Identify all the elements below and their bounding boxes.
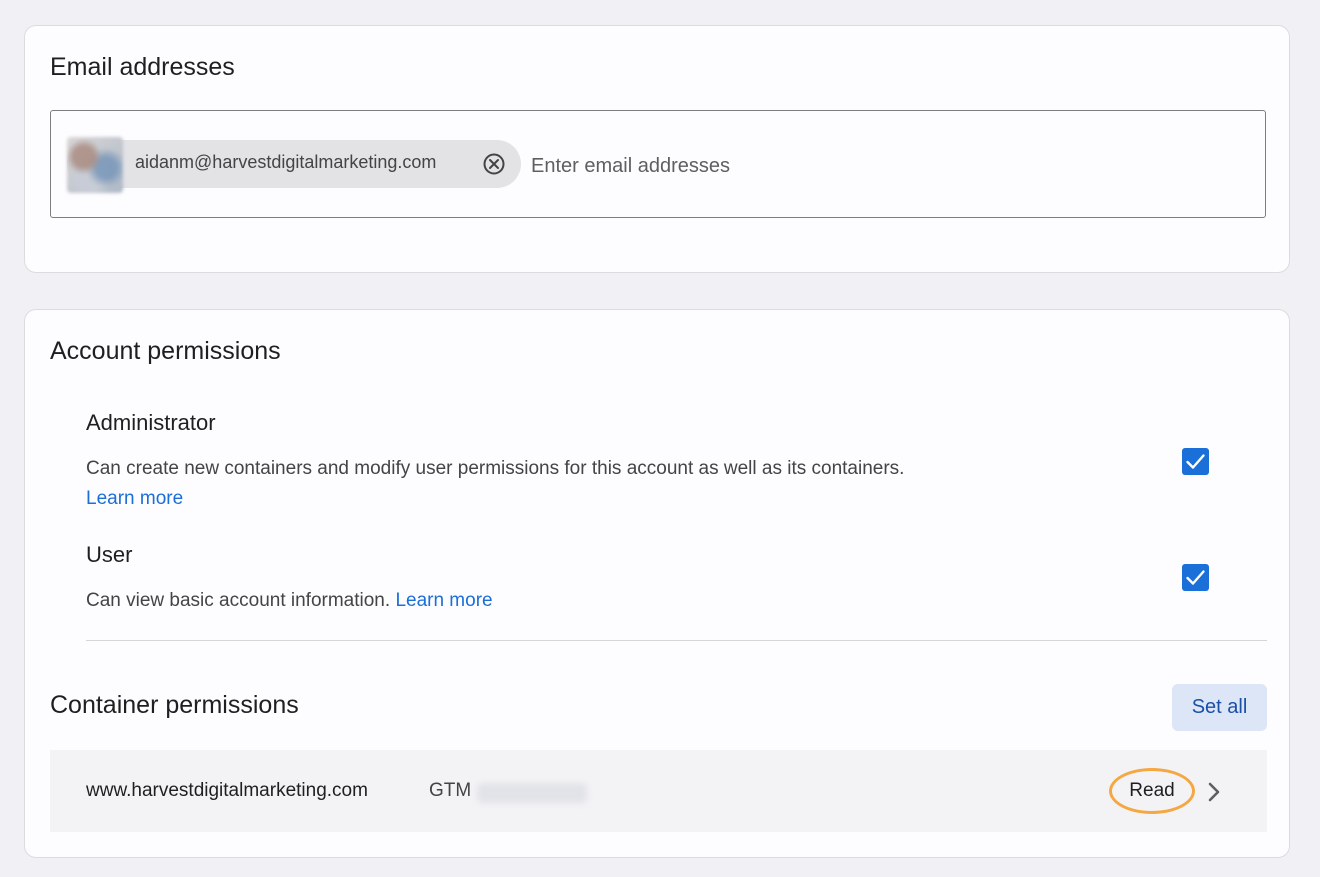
container-row[interactable]: www.harvestdigitalmarketing.com GTM Read bbox=[50, 750, 1267, 832]
container-permissions-title: Container permissions bbox=[50, 691, 299, 719]
account-permissions-title: Account permissions bbox=[50, 337, 281, 365]
administrator-checkbox[interactable] bbox=[1182, 448, 1209, 475]
email-chip[interactable]: aidanm@harvestdigitalmarketing.com bbox=[67, 137, 521, 193]
container-domain: www.harvestdigitalmarketing.com bbox=[86, 780, 368, 801]
permission-user-description: Can view basic account information. Lear… bbox=[86, 586, 936, 616]
administrator-learn-more-link[interactable]: Learn more bbox=[86, 488, 183, 509]
redacted-gtm-id bbox=[477, 783, 587, 803]
chevron-right-icon[interactable] bbox=[1206, 781, 1222, 803]
email-chips-field[interactable]: aidanm@harvestdigitalmarketing.com bbox=[50, 110, 1266, 218]
email-chip-label: aidanm@harvestdigitalmarketing.com bbox=[135, 152, 437, 172]
permissions-card: Account permissions Administrator Can cr… bbox=[24, 309, 1290, 858]
close-circle-icon[interactable] bbox=[483, 153, 505, 175]
avatar bbox=[67, 137, 123, 193]
permission-administrator-text: Can create new containers and modify use… bbox=[86, 458, 905, 479]
permission-administrator-description: Can create new containers and modify use… bbox=[86, 454, 936, 514]
permission-administrator-name: Administrator bbox=[86, 410, 216, 435]
container-gtm-id: GTM bbox=[429, 780, 472, 801]
check-icon bbox=[1186, 570, 1205, 585]
email-addresses-title: Email addresses bbox=[50, 53, 235, 81]
check-icon bbox=[1186, 454, 1205, 469]
divider bbox=[86, 640, 1267, 641]
permission-user-name: User bbox=[86, 542, 133, 567]
set-all-button[interactable]: Set all bbox=[1172, 684, 1267, 731]
email-input[interactable] bbox=[531, 153, 1131, 179]
permission-user-text: Can view basic account information. bbox=[86, 590, 391, 611]
container-role-label[interactable]: Read bbox=[1109, 768, 1195, 814]
user-checkbox[interactable] bbox=[1182, 564, 1209, 591]
user-learn-more-link[interactable]: Learn more bbox=[395, 590, 492, 611]
email-addresses-card: Email addresses aidanm@harvestdigitalmar… bbox=[24, 25, 1290, 273]
